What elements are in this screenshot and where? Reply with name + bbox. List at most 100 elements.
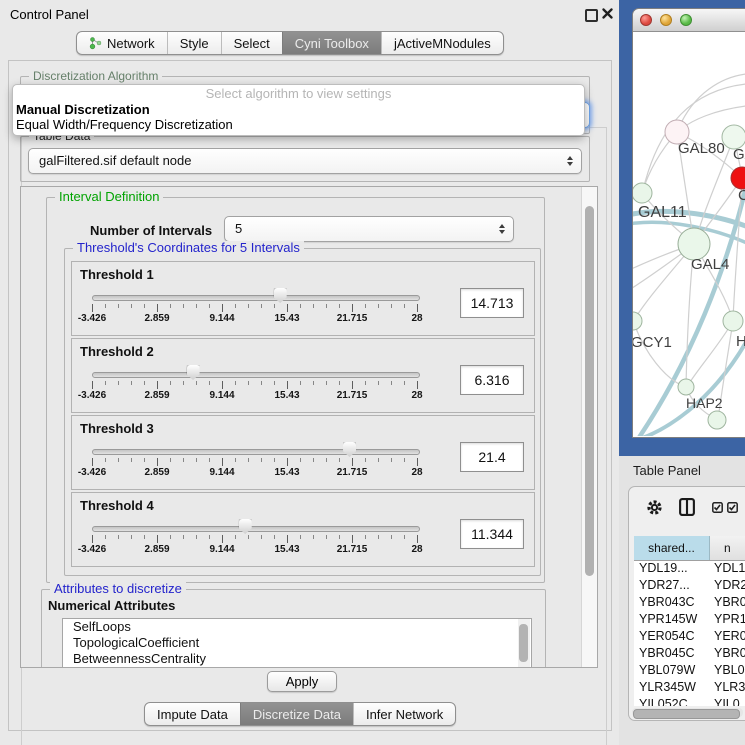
mode-tab-discretize-data[interactable]: Discretize Data [240,703,353,725]
vertical-scrollbar[interactable] [581,187,597,667]
checkbox-checked-icon[interactable] [727,502,738,513]
major-tick [92,304,93,312]
numerical-attributes-label: Numerical Attributes [48,598,175,613]
close-icon[interactable] [602,8,613,19]
column-header-shared-name[interactable]: shared... [634,536,710,560]
attribute-list-item[interactable]: TopologicalCoefficient [63,635,531,651]
mode-tab-infer-network[interactable]: Infer Network [353,703,455,725]
threshold-value-field[interactable]: 14.713 [460,288,524,318]
cell-shared-name: YLR345W [634,680,709,697]
attribute-list-item[interactable]: BetweennessCentrality [63,651,531,667]
zoom-traffic-light-icon[interactable] [680,14,692,26]
network-canvas[interactable]: GAL80GACGAL11GAL4GCY1HHAP2 [633,32,745,436]
major-tick [222,304,223,312]
cell-name: YIL0 [709,697,745,706]
table-row[interactable]: YER054CYER0 [634,629,745,646]
tab-label: Select [234,36,270,51]
table-row[interactable]: YIL052CYIL0 [634,697,745,706]
threshold-label: Threshold 3 [80,421,154,436]
dropdown-option-equal-width[interactable]: Equal Width/Frequency Discretization [13,117,584,132]
tick-label: -3.426 [78,313,106,324]
slider-ticks [92,535,419,543]
slider-ticks [92,381,419,389]
tab-cyni-toolbox[interactable]: Cyni Toolbox [282,32,381,54]
apply-button[interactable]: Apply [267,671,337,692]
checkbox-checked-icon[interactable] [712,502,723,513]
threshold-label: Threshold 1 [80,267,154,282]
mode-tab-impute-data[interactable]: Impute Data [145,703,240,725]
tick-label: 9.144 [209,467,234,478]
slider-track[interactable] [92,295,420,301]
table-data-combobox[interactable]: galFiltered.sif default node [28,148,582,174]
combo-arrows-icon [499,224,505,234]
major-tick [92,381,93,389]
threshold-label: Threshold 2 [80,344,154,359]
major-tick [222,535,223,543]
major-tick [352,458,353,466]
attribute-list-item[interactable]: SelfLoops [63,619,531,635]
cell-shared-name: YBR045C [634,646,709,663]
slider-track[interactable] [92,526,420,532]
network-window[interactable]: GAL80GACGAL11GAL4GCY1HHAP2 [632,8,745,438]
table-row[interactable]: YBR043CYBR0 [634,595,745,612]
scrollbar-thumb[interactable] [633,709,740,719]
number-of-intervals-combobox[interactable]: 5 [224,216,514,242]
tick-label: -3.426 [78,390,106,401]
combo-arrows-icon [567,156,573,166]
major-tick [417,535,418,543]
table-row[interactable]: YDL19...YDL1 [634,561,745,578]
network-node-gal11[interactable] [633,183,652,203]
thresholds-legend: Threshold's Coordinates for 5 Intervals [73,241,304,255]
tab-network[interactable]: Network [77,32,167,54]
table-row[interactable]: YLR345WYLR3 [634,680,745,697]
tick-label: -3.426 [78,467,106,478]
tab-select[interactable]: Select [221,32,282,54]
split-column-icon[interactable] [679,498,695,516]
slider-tick-labels: -3.4262.8599.14415.4321.71528 [92,390,419,402]
table-panel: Table Panel shared... [619,456,745,745]
tick-label: 9.144 [209,390,234,401]
network-node-gcy1[interactable] [633,312,642,330]
thresholds-group: Threshold's Coordinates for 5 Intervals … [64,248,541,576]
table-row[interactable]: YPR145WYPR1 [634,612,745,629]
major-tick [417,381,418,389]
horizontal-scrollbar[interactable] [632,708,743,717]
tick-label: 28 [411,313,422,324]
slider-tick-labels: -3.4262.8599.14415.4321.71528 [92,467,419,479]
algorithm-dropdown: Select algorithm to view settings Manual… [12,84,585,136]
cell-shared-name: YBL079W [634,663,709,680]
network-node[interactable] [708,411,726,429]
close-traffic-light-icon[interactable] [640,14,652,26]
dropdown-option-manual[interactable]: Manual Discretization [13,102,584,117]
table-header-row: shared... n [634,536,745,561]
slider-track[interactable] [92,372,420,378]
network-node-h[interactable] [723,311,743,331]
minimize-traffic-light-icon[interactable] [660,14,672,26]
column-header-name[interactable]: n [710,536,745,560]
numerical-attributes-list[interactable]: SelfLoopsTopologicalCoefficientBetweenne… [62,618,532,668]
threshold-value-field[interactable]: 21.4 [460,442,524,472]
major-tick [417,458,418,466]
major-tick [157,535,158,543]
table-row[interactable]: YBL079WYBL0 [634,663,745,680]
attributes-legend: Attributes to discretize [50,582,186,596]
node-label: GCY1 [633,334,672,351]
gear-icon[interactable] [646,499,663,516]
tab-style[interactable]: Style [167,32,221,54]
control-panel: Control Panel NetworkStyle Select Cyni Too… [0,0,620,745]
control-panel-titlebar: Control Panel [0,0,619,28]
network-node-hap2[interactable] [678,379,694,395]
float-icon[interactable] [585,9,598,22]
network-view-background: GAL80GACGAL11GAL4GCY1HHAP2 [619,0,745,456]
table-row[interactable]: YBR045CYBR0 [634,646,745,663]
scrollbar-thumb[interactable] [585,206,594,576]
list-scrollbar[interactable] [518,619,530,668]
threshold-value-field[interactable]: 6.316 [460,365,524,395]
slider-track[interactable] [92,449,420,455]
mode-tab-label: Discretize Data [253,707,341,722]
table-row[interactable]: YDR27...YDR2 [634,578,745,595]
major-tick [222,381,223,389]
tab-jactivemnodules[interactable]: jActiveMNodules [381,32,503,54]
threshold-value-field[interactable]: 11.344 [460,519,524,549]
threshold-panel-4: Threshold 4-3.4262.8599.14415.4321.71528… [71,492,535,567]
